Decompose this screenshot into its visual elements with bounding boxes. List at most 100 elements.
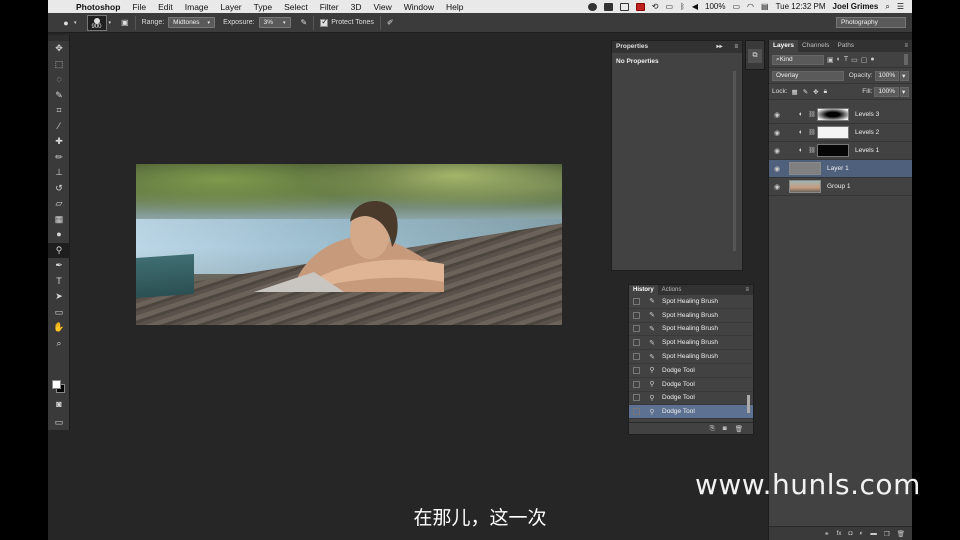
range-select[interactable]: Midtones ▾ [168,17,216,28]
history-checkbox[interactable] [633,366,640,374]
layer-row-levels-3[interactable]: ◉ ◐ ⛓ Levels 3 [769,106,912,124]
crop-tool-icon[interactable]: ⌗ [48,103,70,119]
opacity-field[interactable]: 100% [874,70,900,81]
menu-3d[interactable]: 3D [345,2,368,12]
menu-help[interactable]: Help [440,2,469,12]
protect-tones-checkbox[interactable] [320,17,329,27]
menu-image[interactable]: Image [179,2,215,12]
new-adjustment-layer-icon[interactable]: ◐ [859,530,863,537]
gradient-tool-icon[interactable]: ▦ [48,212,70,228]
dodge-tool-preset-icon[interactable]: ● [60,17,72,29]
history-checkbox[interactable] [633,408,640,416]
history-checkbox[interactable] [633,394,640,402]
panel-menu-icon[interactable]: ≡ [734,41,738,53]
pen-tool-icon[interactable]: ✒ [48,258,70,274]
history-item[interactable]: ⚲ Dodge Tool [629,364,753,378]
screen-share-icon[interactable] [603,2,613,11]
filter-type-icon[interactable]: T [844,56,848,63]
pressure-size-icon[interactable]: ✐ [387,18,394,27]
layer-style-icon[interactable]: fx [836,530,841,537]
clone-stamp-tool-icon[interactable]: ⊥ [48,165,70,181]
new-document-from-state-icon[interactable]: ⎘ [710,425,715,433]
document-canvas[interactable] [136,164,562,325]
history-checkbox[interactable] [633,325,640,333]
history-checkbox[interactable] [633,380,640,388]
menu-filter[interactable]: Filter [314,2,345,12]
lock-all-icon[interactable]: 🔒︎ [824,88,827,96]
blend-mode-select[interactable]: Overlay [772,70,844,81]
layer-row-levels-1[interactable]: ◉ ◐ ⛓ Levels 1 [769,142,912,160]
lasso-tool-icon[interactable]: ◌ [48,72,70,88]
history-item[interactable]: ✎ Spot Healing Brush [629,295,753,309]
new-snapshot-icon[interactable]: ◙ [723,425,727,432]
menu-layer[interactable]: Layer [214,2,247,12]
volume-icon[interactable]: ◀ [692,2,698,11]
lock-pixels-icon[interactable]: ✎ [803,88,808,96]
fill-dropdown-icon[interactable]: ▾ [900,86,909,97]
workspace-select[interactable]: Photography [836,17,906,28]
panel-menu-icon[interactable]: ≡ [745,285,753,295]
menu-file[interactable]: File [126,2,152,12]
lock-position-icon[interactable]: ✥ [813,88,818,96]
preset-dropdown-icon[interactable]: ▾ [74,20,77,26]
filter-smart-object-icon[interactable]: ▢ [861,56,868,64]
creative-cloud-icon[interactable] [587,2,597,11]
brush-panel-icon[interactable]: ▣ [121,18,129,27]
filter-adjustment-icon[interactable]: ◐ [837,56,841,63]
dodge-tool-icon[interactable]: ⚲ [48,242,70,258]
rectangle-tool-icon[interactable]: ▭ [48,305,70,321]
flag-icon[interactable]: ▤ [761,2,769,11]
tab-channels[interactable]: Channels [798,40,833,52]
airbrush-icon[interactable]: ✎ [301,18,308,27]
brush-tool-icon[interactable]: ✏ [48,150,70,166]
quick-mask-icon[interactable]: ◙ [48,397,70,413]
layer-thumbnail[interactable] [789,162,821,175]
user-name[interactable]: Joel Grimes [833,2,879,11]
wifi-icon[interactable]: ◠ [747,2,754,11]
brush-dropdown-icon[interactable]: ▾ [109,20,112,26]
history-item[interactable]: ⚲ Dodge Tool [629,378,753,392]
link-layers-icon[interactable]: ⚭ [824,530,829,538]
fill-field[interactable]: 100% [874,86,899,97]
properties-tab[interactable]: Properties ▸▸ ≡ [612,41,742,53]
mask-link-icon[interactable]: ⛓ [807,147,817,154]
filter-shape-icon[interactable]: ▭ [851,56,858,64]
bluetooth-icon[interactable]: ᛒ [680,2,685,11]
opacity-dropdown-icon[interactable]: ▾ [900,70,909,81]
eyedropper-tool-icon[interactable]: ⁄ [48,119,70,135]
history-checkbox[interactable] [633,311,640,319]
app-status-icon[interactable] [619,2,629,11]
delete-state-icon[interactable]: 🗑︎ [735,425,743,433]
lock-transparent-icon[interactable]: ▦ [792,88,798,96]
notification-center-icon[interactable]: ☰ [897,2,904,11]
layer-row-layer-1[interactable]: ◉ Layer 1 [769,160,912,178]
hand-tool-icon[interactable]: ✋ [48,320,70,336]
adjustments-panel-icon[interactable]: ⧉ [748,49,762,63]
layer-mask-thumbnail[interactable] [817,126,849,139]
history-brush-tool-icon[interactable]: ↺ [48,181,70,197]
filter-pixel-icon[interactable]: ▣ [827,56,834,64]
mask-link-icon[interactable]: ⛓ [807,129,817,136]
tab-history[interactable]: History [629,285,658,295]
spot-healing-tool-icon[interactable]: ✚ [48,134,70,150]
visibility-eye-icon[interactable]: ◉ [769,165,785,173]
layers-scrollbar[interactable] [904,54,908,65]
history-item[interactable]: ✎ Spot Healing Brush [629,350,753,364]
tab-actions[interactable]: Actions [658,285,686,295]
delete-layer-icon[interactable]: 🗑︎ [897,530,905,538]
history-checkbox[interactable] [633,297,640,305]
history-item[interactable]: ✎ Spot Healing Brush [629,309,753,323]
marquee-tool-icon[interactable]: ⬚ [48,57,70,73]
clock[interactable]: Tue 12:32 PM [776,2,826,11]
exposure-field[interactable]: 3% ▾ [258,17,291,28]
zoom-tool-icon[interactable]: ⌕ [48,336,70,352]
foreground-color-swatch[interactable] [52,380,61,389]
layer-mask-thumbnail[interactable] [817,108,849,121]
visibility-eye-icon[interactable]: ◉ [769,111,785,119]
move-tool-icon[interactable]: ✥ [48,41,70,57]
history-item-current[interactable]: ⚲ Dodge Tool [629,405,753,420]
menu-window[interactable]: Window [398,2,440,12]
history-scrollbar[interactable] [747,395,750,413]
layer-row-levels-2[interactable]: ◉ ◐ ⛓ Levels 2 [769,124,912,142]
menu-select[interactable]: Select [278,2,314,12]
